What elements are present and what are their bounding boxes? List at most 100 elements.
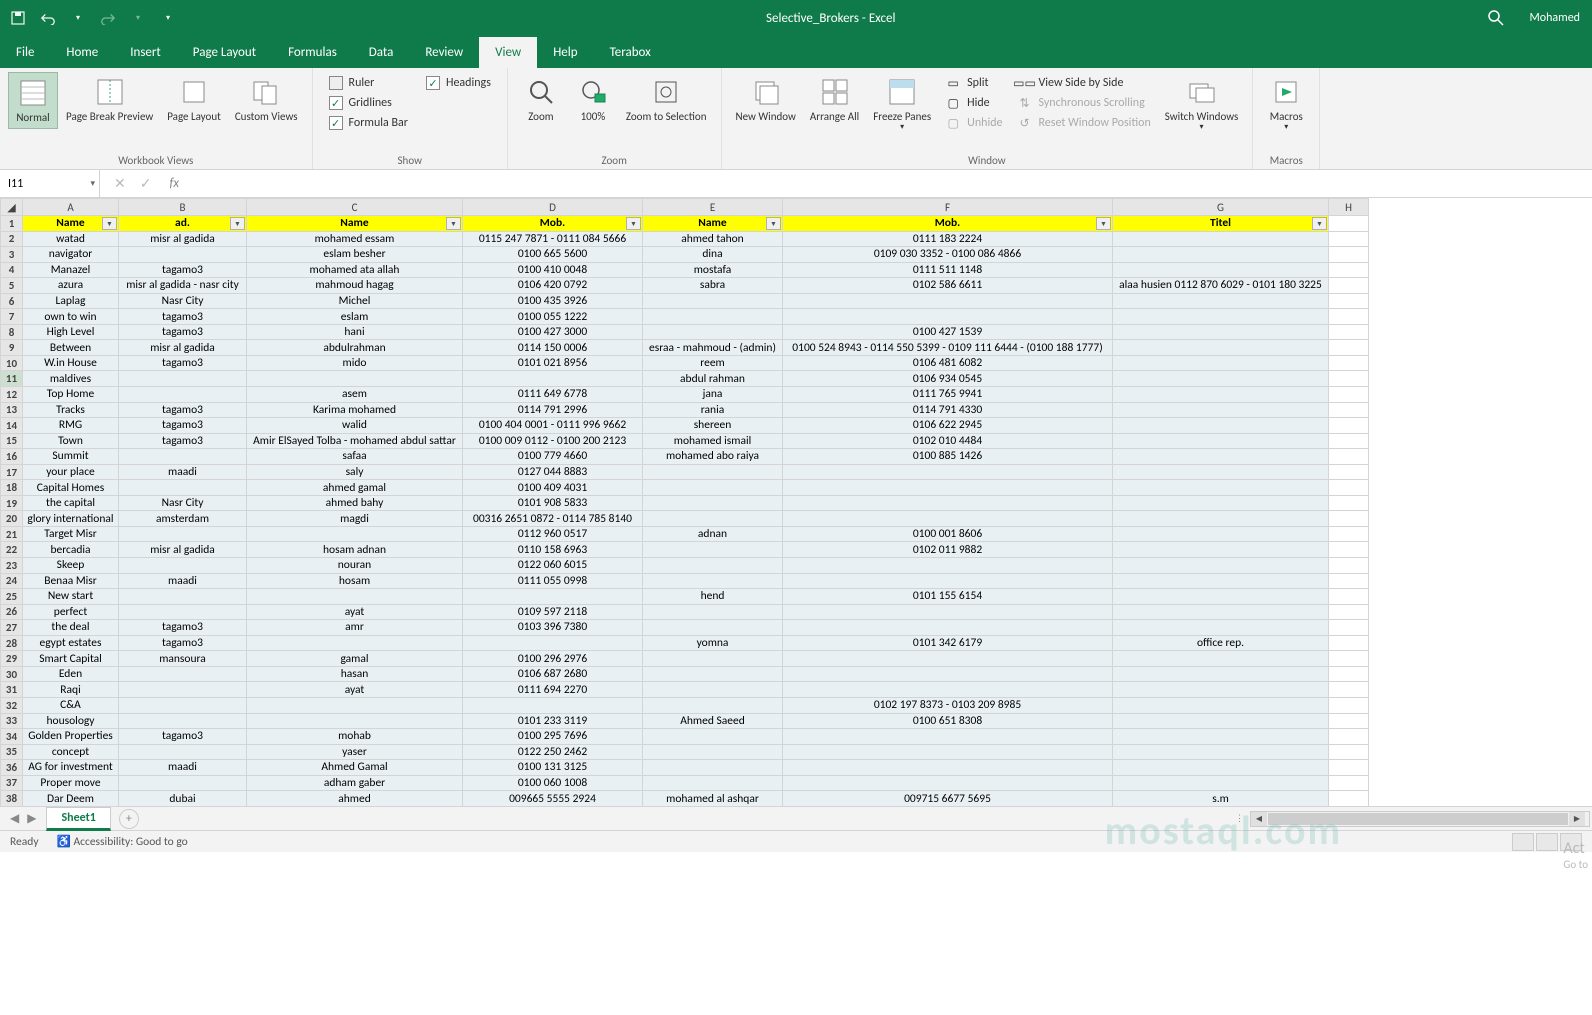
cell[interactable]: 0127 044 8883 [463, 464, 643, 480]
filter-header[interactable]: Mob.▼ [783, 216, 1113, 232]
undo-dd-icon[interactable]: ▾ [70, 10, 86, 26]
cell[interactable]: ahmed bahy [247, 495, 463, 511]
cell[interactable] [1113, 340, 1329, 356]
cell[interactable]: hosam adnan [247, 542, 463, 558]
enter-formula-icon[interactable]: ✓ [140, 175, 152, 192]
cell[interactable]: mahmoud hagag [247, 278, 463, 294]
cell[interactable] [1113, 387, 1329, 403]
cell[interactable] [119, 558, 247, 574]
filter-dropdown-icon[interactable]: ▼ [1096, 217, 1111, 230]
new-window-button[interactable]: New Window [730, 72, 802, 127]
cell[interactable]: gamal [247, 651, 463, 667]
row-header[interactable]: 24 [1, 573, 23, 589]
cell[interactable]: Top Home [23, 387, 119, 403]
cell[interactable] [119, 526, 247, 542]
cell[interactable]: tagamo3 [119, 635, 247, 651]
cell[interactable] [1113, 449, 1329, 465]
row-header[interactable]: 33 [1, 713, 23, 729]
cell[interactable] [463, 589, 643, 605]
cell[interactable] [643, 666, 783, 682]
cell[interactable]: tagamo3 [119, 355, 247, 371]
redo-dd-icon[interactable]: ▾ [130, 10, 146, 26]
cell[interactable] [247, 697, 463, 713]
row-header[interactable]: 22 [1, 542, 23, 558]
row-header[interactable]: 20 [1, 511, 23, 527]
cell[interactable]: Town [23, 433, 119, 449]
col-header-D[interactable]: D [463, 199, 643, 216]
cell[interactable]: 009665 5555 2924 [463, 791, 643, 806]
cell[interactable]: mohamed ata allah [247, 262, 463, 278]
row-header[interactable]: 17 [1, 464, 23, 480]
horizontal-scrollbar[interactable]: ◀ ▶ [1250, 811, 1590, 827]
filter-dropdown-icon[interactable]: ▼ [626, 217, 641, 230]
cell[interactable]: 0101 155 6154 [783, 589, 1113, 605]
select-all-cell[interactable]: ◢ [1, 199, 23, 216]
cell[interactable]: bercadia [23, 542, 119, 558]
cell[interactable]: the deal [23, 620, 119, 636]
sheet-tab[interactable]: Sheet1 [46, 807, 110, 831]
cell[interactable] [1113, 589, 1329, 605]
cell[interactable] [463, 635, 643, 651]
tab-help[interactable]: Help [537, 37, 593, 68]
cell[interactable] [1113, 760, 1329, 776]
cell[interactable]: 0102 586 6611 [783, 278, 1113, 294]
col-header-A[interactable]: A [23, 199, 119, 216]
cell[interactable]: the capital [23, 495, 119, 511]
cell[interactable] [119, 666, 247, 682]
cell[interactable]: mansoura [119, 651, 247, 667]
filter-dropdown-icon[interactable]: ▼ [446, 217, 461, 230]
filter-header[interactable]: Name▼ [247, 216, 463, 232]
cell[interactable] [119, 589, 247, 605]
row-header[interactable]: 37 [1, 775, 23, 791]
sheet-nav-prev-icon[interactable]: ◀ [10, 811, 19, 826]
cell[interactable] [119, 247, 247, 263]
cell[interactable] [247, 371, 463, 387]
cell[interactable]: Skeep [23, 558, 119, 574]
cell[interactable]: 0100 055 1222 [463, 309, 643, 325]
cell[interactable]: RMG [23, 418, 119, 434]
cell[interactable]: 0102 197 8373 - 0103 209 8985 [783, 697, 1113, 713]
tab-insert[interactable]: Insert [114, 37, 177, 68]
cell[interactable] [1113, 418, 1329, 434]
cell[interactable]: Dar Deem [23, 791, 119, 806]
cell[interactable]: Laplag [23, 293, 119, 309]
formula-bar-checkbox[interactable]: ✓Formula Bar [329, 116, 408, 130]
cell[interactable]: 0100 410 0048 [463, 262, 643, 278]
cell[interactable] [1113, 526, 1329, 542]
cell[interactable] [1113, 355, 1329, 371]
cell[interactable] [1113, 604, 1329, 620]
cell[interactable]: 0111 765 9941 [783, 387, 1113, 403]
cell[interactable] [1113, 309, 1329, 325]
cell[interactable]: Ahmed Saeed [643, 713, 783, 729]
qat-customize-icon[interactable]: ▾ [160, 10, 176, 26]
row-header[interactable]: 31 [1, 682, 23, 698]
cell[interactable] [643, 495, 783, 511]
freeze-panes-button[interactable]: Freeze Panes▾ [867, 72, 937, 137]
row-header[interactable]: 6 [1, 293, 23, 309]
row-header[interactable]: 5 [1, 278, 23, 294]
cell[interactable]: 0100 885 1426 [783, 449, 1113, 465]
cell[interactable] [783, 744, 1113, 760]
cell[interactable]: AG for investment [23, 760, 119, 776]
row-header[interactable]: 25 [1, 589, 23, 605]
cell[interactable] [1113, 495, 1329, 511]
cell[interactable] [247, 589, 463, 605]
cell[interactable]: Benaa Misr [23, 573, 119, 589]
cell[interactable] [247, 635, 463, 651]
cell[interactable] [643, 775, 783, 791]
row-header[interactable]: 2 [1, 231, 23, 247]
cell[interactable] [1113, 666, 1329, 682]
normal-view-icon[interactable] [1512, 833, 1534, 851]
cell[interactable]: alaa husien 0112 870 6029 - 0101 180 322… [1113, 278, 1329, 294]
cell[interactable] [783, 573, 1113, 589]
cell[interactable]: mohab [247, 729, 463, 745]
cell[interactable]: 0100 295 7696 [463, 729, 643, 745]
cell[interactable]: maadi [119, 464, 247, 480]
cell[interactable]: own to win [23, 309, 119, 325]
cell[interactable]: housology [23, 713, 119, 729]
row-header[interactable]: 27 [1, 620, 23, 636]
cell[interactable]: 0109 597 2118 [463, 604, 643, 620]
page-layout-view-icon[interactable] [1536, 833, 1558, 851]
cell[interactable] [1113, 480, 1329, 496]
cell[interactable] [783, 293, 1113, 309]
